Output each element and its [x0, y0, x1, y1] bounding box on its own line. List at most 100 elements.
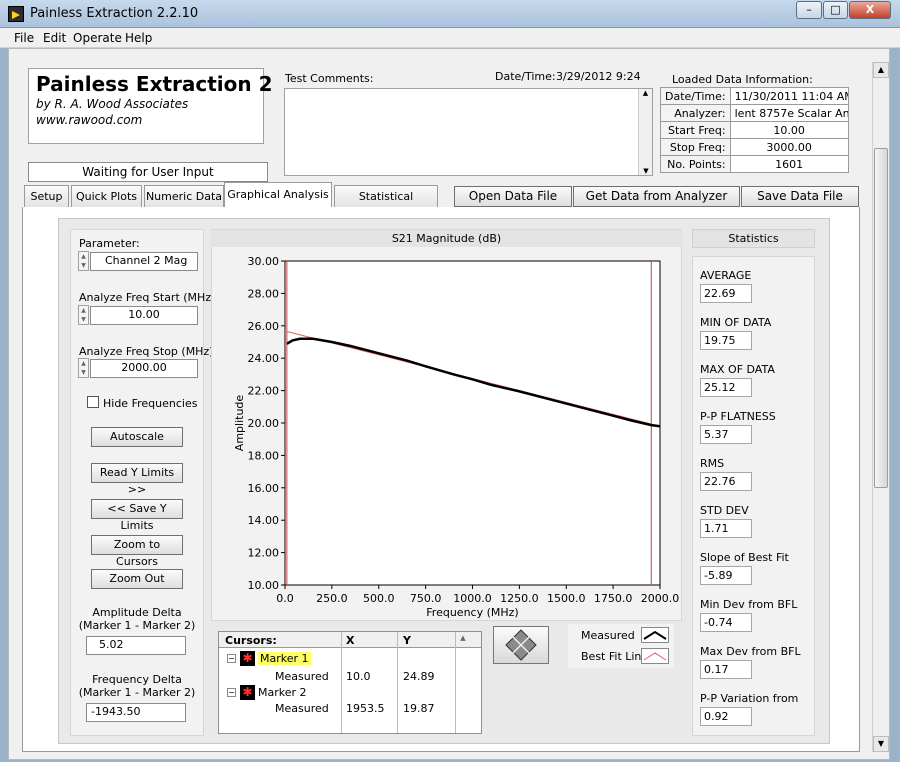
freq-stop-stepper[interactable]: ▲ ▼	[78, 358, 89, 378]
y-tick-label: 26.00	[248, 320, 280, 333]
marker-1-measured: Measured	[275, 670, 329, 683]
freq-start-input[interactable]: 10.00	[90, 306, 198, 325]
loaded-info-key: Date/Time:	[660, 87, 731, 105]
menu-edit[interactable]: Edit	[43, 31, 66, 45]
loaded-info-title: Loaded Data Information:	[672, 73, 813, 86]
marker-1-x: 10.0	[346, 670, 371, 683]
datetime-label: Date/Time:	[495, 70, 556, 83]
amplitude-delta-sublabel: (Marker 1 - Marker 2)	[78, 619, 196, 632]
marker-2-measured: Measured	[275, 702, 329, 715]
autoscale-button[interactable]: Autoscale	[91, 427, 183, 447]
stat-label: RMS	[700, 457, 725, 470]
comments-scrollbar[interactable]: ▲ ▼	[638, 89, 652, 175]
tab-graphical-analysis[interactable]: Graphical Analysis	[224, 182, 332, 209]
open-data-file-button[interactable]: Open Data File	[454, 186, 572, 207]
stat-value: 25.12	[700, 378, 752, 397]
loaded-info-value: 3000.00	[729, 138, 849, 156]
stat-value: 19.75	[700, 331, 752, 350]
chevron-up-icon[interactable]: ▲	[639, 89, 652, 97]
datetime-value: 3/29/2012 9:24	[556, 70, 641, 83]
x-tick-label: 750.0	[410, 592, 442, 605]
chart-title: S21 Magnitude (dB)	[211, 230, 682, 247]
statistics-panel: AVERAGE 22.69 MIN OF DATA 19.75 MAX OF DATA 2…	[692, 256, 815, 736]
parameter-stepper[interactable]: ▲ ▼	[78, 251, 89, 271]
get-data-from-analyzer-button[interactable]: Get Data from Analyzer	[573, 186, 740, 207]
parameter-label: Parameter:	[79, 237, 140, 250]
amplitude-delta-value: 5.02	[86, 636, 186, 655]
collapse-marker-2-icon[interactable]: −	[227, 688, 236, 697]
marker-2-y: 19.87	[403, 702, 435, 715]
chart-legend: Measured Best Fit Line	[568, 624, 674, 668]
menu-file[interactable]: File	[14, 31, 34, 45]
scroll-thumb[interactable]	[874, 148, 888, 488]
cursor-header-x: X	[346, 634, 355, 647]
zoom-out-button[interactable]: Zoom Out	[91, 569, 183, 589]
collapse-marker-1-icon[interactable]: −	[227, 654, 236, 663]
loaded-info-value: 11/30/2011 11:04 AM	[729, 87, 849, 105]
brand-byline: by R. A. Wood Associates	[36, 97, 189, 111]
zoom-to-cursors-button[interactable]: Zoom to Cursors	[91, 535, 183, 568]
stat-value: -5.89	[700, 566, 752, 585]
cursor-table[interactable]: Cursors: X Y ▲ − ✱ Marker 1 Measured 10.…	[218, 631, 482, 734]
comments-textarea[interactable]: ▲ ▼	[284, 88, 653, 176]
tab-numeric-data[interactable]: Numeric Data	[144, 185, 224, 208]
menu-help[interactable]: Help	[125, 31, 152, 45]
hide-frequencies-checkbox[interactable]	[87, 396, 99, 408]
loaded-info-key: Start Freq:	[660, 121, 731, 139]
stat-value: -0.74	[700, 613, 752, 632]
x-tick-label: 0.0	[276, 592, 294, 605]
save-data-file-button[interactable]: Save Data File	[741, 186, 859, 207]
status-display: Waiting for User Input	[28, 162, 268, 182]
menu-operate[interactable]: Operate	[73, 31, 122, 45]
marker-crosshair-icon: ✱	[240, 685, 255, 700]
loaded-info-row: Stop Freq: 3000.00	[660, 138, 849, 156]
freq-stop-input[interactable]: 2000.00	[90, 359, 198, 378]
loaded-info-row: No. Points: 1601	[660, 155, 849, 173]
chevron-down-icon[interactable]: ▼	[639, 167, 653, 175]
freq-start-stepper[interactable]: ▲ ▼	[78, 305, 89, 325]
minimize-button[interactable]: –	[796, 1, 822, 19]
s21-magnitude-chart: 10.00 12.00 14.00 16.00 18.00 20.00 22.00 24.00…	[233, 255, 680, 619]
loaded-info-key: Stop Freq:	[660, 138, 731, 156]
stat-label: AVERAGE	[700, 269, 752, 282]
save-y-limits-button[interactable]: << Save Y Limits	[91, 499, 183, 532]
loaded-info-value: 10.00	[729, 121, 849, 139]
window-scrollbar[interactable]: ▲ ▼	[872, 62, 889, 752]
freq-stop-label: Analyze Freq Stop (MHz)	[79, 345, 214, 358]
y-tick-label: 16.00	[248, 482, 280, 495]
tab-quick-plots[interactable]: Quick Plots	[71, 185, 142, 208]
loaded-info-value: lent 8757e Scalar Analyz	[729, 104, 849, 122]
scroll-up-icon[interactable]: ▲	[873, 62, 889, 78]
diamond-move-icon[interactable]	[494, 627, 548, 663]
stat-label: Min Dev from BFL	[700, 598, 798, 611]
y-tick-label: 24.00	[248, 352, 280, 365]
frequency-delta-value: -1943.50	[86, 703, 186, 722]
tab-statistical-analysis[interactable]: Statistical Analysis	[334, 185, 438, 224]
maximize-button[interactable]: □	[823, 1, 848, 19]
loaded-info-row: Date/Time: 11/30/2011 11:04 AM	[660, 87, 849, 105]
cursor-move-pad[interactable]	[493, 626, 549, 664]
read-y-limits-button[interactable]: Read Y Limits >>	[91, 463, 183, 496]
brand-website: www.rawood.com	[36, 113, 143, 127]
stat-value: 0.17	[700, 660, 752, 679]
plot-area	[284, 260, 661, 586]
marker-1-label[interactable]: Marker 1	[258, 652, 311, 665]
x-tick-label: 1250.0	[500, 592, 539, 605]
close-button[interactable]: X	[849, 1, 891, 19]
tab-setup[interactable]: Setup	[24, 185, 69, 208]
legend-bestfit-swatch	[641, 648, 669, 664]
x-tick-label: 2000.0	[641, 592, 680, 605]
marker-2-label[interactable]: Marker 2	[258, 686, 307, 699]
cursor-table-scroll-icon[interactable]: ▲	[457, 634, 469, 646]
stat-value: 22.69	[700, 284, 752, 303]
freq-start-label: Analyze Freq Start (MHz)	[79, 291, 216, 304]
cursor-header-y: Y	[403, 634, 411, 647]
scroll-down-icon[interactable]: ▼	[873, 736, 889, 752]
hide-frequencies-label: Hide Frequencies	[103, 397, 198, 410]
x-axis-label: Frequency (MHz)	[426, 606, 518, 619]
frequency-delta-sublabel: (Marker 1 - Marker 2)	[78, 686, 196, 699]
stat-value: 1.71	[700, 519, 752, 538]
parameter-select[interactable]: Channel 2 Mag	[90, 252, 198, 271]
y-axis-label: Amplitude	[233, 395, 246, 452]
x-tick-label: 250.0	[316, 592, 348, 605]
